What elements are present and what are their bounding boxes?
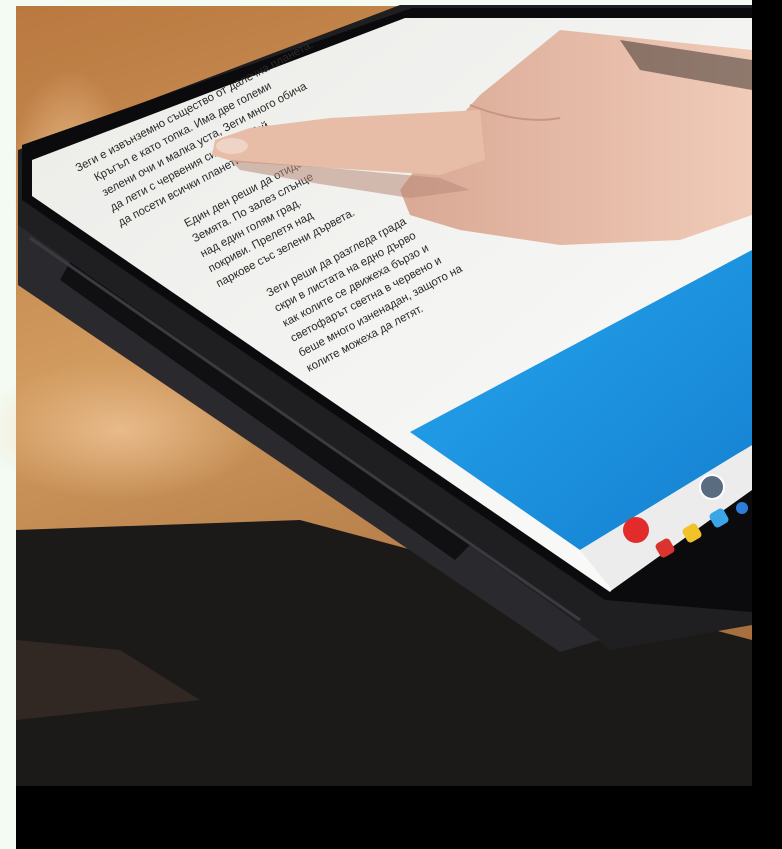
bottom-letterbox: [16, 786, 782, 849]
share-icon[interactable]: [699, 474, 725, 500]
photo-scene: Зеги е извънземно същество от далечна пл…: [0, 0, 782, 849]
dock-icon-0[interactable]: [623, 517, 649, 543]
fingernail: [216, 138, 248, 154]
right-letterbox: [752, 0, 782, 849]
dock-icon-4[interactable]: [736, 502, 748, 514]
